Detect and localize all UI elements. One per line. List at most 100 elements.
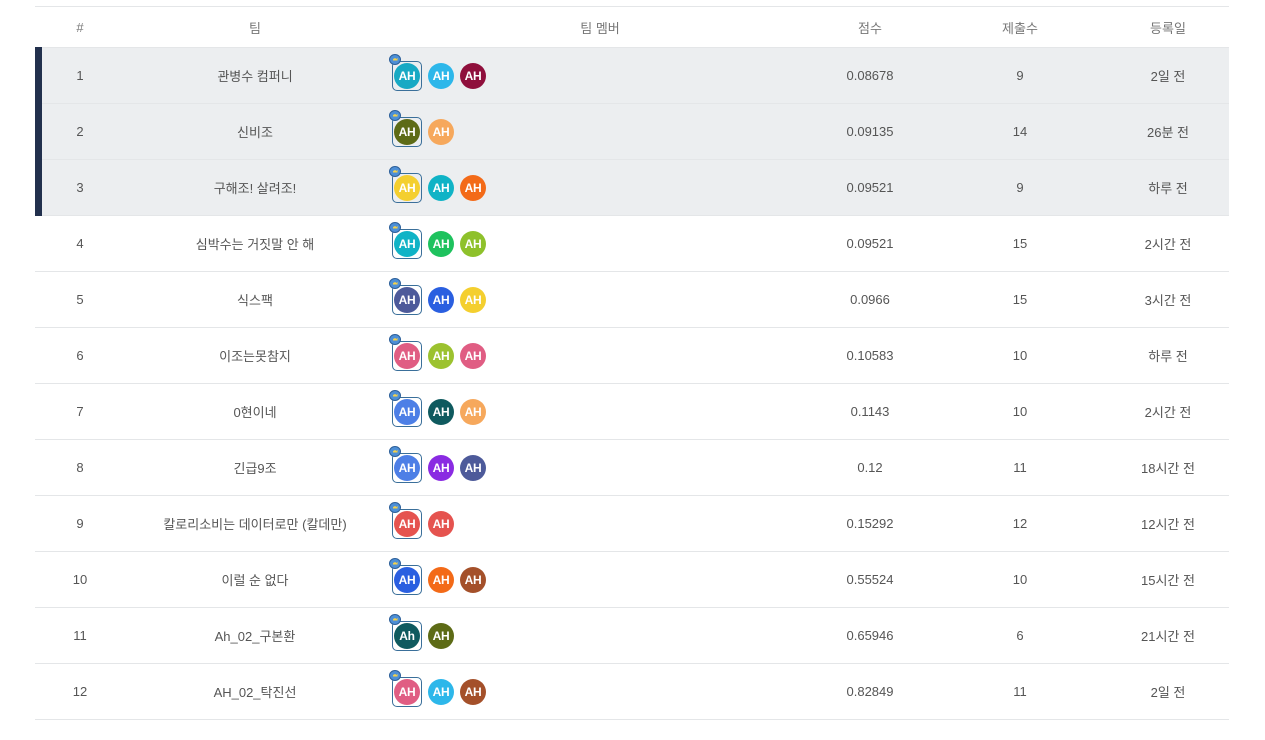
member-avatar-list: AH AH AH [389, 445, 486, 483]
table-row[interactable]: 3 구해조! 살려조! AH AH AH 0.09521 9 하루 전 [35, 159, 1229, 216]
score-cell: 0.09521 [846, 180, 894, 195]
header-members: 팀 멤버 [580, 20, 620, 36]
rank-cell: 10 [72, 572, 88, 587]
table-row[interactable]: 2 신비조 AH AH 0.09135 14 26분 전 [35, 103, 1229, 160]
avatar: AH [394, 454, 420, 481]
avatar: AH [460, 230, 486, 257]
team-member[interactable]: AH [460, 678, 486, 705]
team-leader[interactable]: AH [389, 277, 422, 315]
table-row[interactable]: 12 AH_02_탁진선 AH AH AH 0.82849 11 2일 전 [35, 664, 1229, 720]
table-row[interactable]: 10 이럴 순 없다 AH AH AH 0.55524 10 15시간 전 [35, 552, 1229, 608]
table-row[interactable]: 5 식스팩 AH AH AH 0.0966 15 3시간 전 [35, 272, 1229, 328]
submissions-cell: 9 [1016, 68, 1024, 83]
avatar: AH [460, 174, 486, 201]
team-leader[interactable]: AH [389, 389, 422, 427]
team-name: 이조는못참지 [219, 349, 291, 364]
member-avatar-list: AH AH AH [389, 277, 486, 315]
score-cell: 0.09135 [846, 124, 894, 139]
team-member[interactable]: AH [460, 230, 486, 257]
member-avatar-list: AH AH AH [389, 669, 486, 707]
team-name: 긴급9조 [233, 461, 277, 476]
avatar: AH [394, 566, 420, 593]
team-leader[interactable]: AH [389, 109, 422, 147]
avatar: AH [394, 398, 420, 425]
team-members-cell: AH AH AH [389, 272, 810, 327]
team-member[interactable]: AH [460, 174, 486, 201]
registered-cell: 15시간 전 [1141, 573, 1195, 588]
crown-icon [389, 557, 401, 569]
avatar: AH [428, 286, 454, 313]
avatar: AH [460, 342, 486, 369]
team-member[interactable]: AH [428, 342, 454, 369]
score-cell: 0.09521 [846, 236, 894, 251]
team-member[interactable]: AH [460, 454, 486, 481]
team-members-cell: Ah AH [389, 608, 810, 663]
table-row[interactable]: 8 긴급9조 AH AH AH 0.12 11 18시간 전 [35, 440, 1229, 496]
avatar: Ah [394, 622, 420, 649]
team-member[interactable]: AH [428, 230, 454, 257]
table-row[interactable]: 11 Ah_02_구본환 Ah AH 0.65946 6 21시간 전 [35, 608, 1229, 664]
score-cell: 0.82849 [846, 684, 894, 699]
team-leader[interactable]: AH [389, 501, 422, 539]
team-member[interactable]: AH [460, 342, 486, 369]
team-members-cell: AH AH [389, 104, 810, 159]
team-name: AH_02_탁진선 [213, 685, 297, 700]
team-member[interactable]: AH [428, 510, 454, 537]
team-member[interactable]: AH [428, 398, 454, 425]
team-member[interactable]: AH [428, 118, 454, 145]
team-name: Ah_02_구본환 [214, 629, 296, 644]
member-avatar-list: AH AH [389, 109, 454, 147]
submissions-cell: 15 [1012, 292, 1028, 307]
team-member[interactable]: AH [460, 398, 486, 425]
table-row[interactable]: 7 0현이네 AH AH AH 0.1143 10 2시간 전 [35, 384, 1229, 440]
crown-icon [389, 109, 401, 121]
team-member[interactable]: AH [428, 566, 454, 593]
team-member[interactable]: AH [428, 174, 454, 201]
team-member[interactable]: AH [460, 566, 486, 593]
team-members-cell: AH AH AH [389, 384, 810, 439]
team-member[interactable]: AH [460, 286, 486, 313]
team-leader[interactable]: AH [389, 557, 422, 595]
team-leader[interactable]: Ah [389, 613, 422, 651]
registered-cell: 18시간 전 [1141, 461, 1195, 476]
score-cell: 0.65946 [846, 628, 894, 643]
rank-cell: 1 [76, 68, 84, 83]
crown-icon [389, 669, 401, 681]
submissions-cell: 10 [1012, 348, 1028, 363]
table-row[interactable]: 1 관병수 컴퍼니 AH AH AH 0.08678 9 2일 전 [35, 47, 1229, 104]
score-cell: 0.10583 [846, 348, 894, 363]
team-member[interactable]: AH [428, 454, 454, 481]
team-member[interactable]: AH [428, 678, 454, 705]
team-leader[interactable]: AH [389, 669, 422, 707]
score-cell: 0.1143 [850, 404, 890, 419]
team-leader[interactable]: AH [389, 221, 422, 259]
avatar: AH [428, 62, 454, 89]
team-members-cell: AH AH AH [389, 48, 810, 103]
score-cell: 0.08678 [846, 68, 894, 83]
rank-cell: 9 [76, 516, 84, 531]
team-name: 구해조! 살려조! [213, 181, 297, 196]
team-leader[interactable]: AH [389, 333, 422, 371]
team-leader[interactable]: AH [389, 445, 422, 483]
avatar: AH [394, 678, 420, 705]
table-row[interactable]: 6 이조는못참지 AH AH AH 0.10583 10 하루 전 [35, 328, 1229, 384]
team-member[interactable]: AH [428, 622, 454, 649]
registered-cell: 3시간 전 [1144, 293, 1192, 308]
table-row[interactable]: 9 칼로리소비는 데이터로만 (칼데만) AH AH 0.15292 12 12시간 전 [35, 496, 1229, 552]
team-member[interactable]: AH [428, 286, 454, 313]
avatar: AH [428, 454, 454, 481]
avatar: AH [394, 286, 420, 313]
crown-icon [389, 165, 401, 177]
crown-icon [389, 277, 401, 289]
team-leader[interactable]: AH [389, 53, 422, 91]
submissions-cell: 10 [1012, 404, 1028, 419]
team-member[interactable]: AH [428, 62, 454, 89]
team-member[interactable]: AH [460, 62, 486, 89]
crown-icon [389, 501, 401, 513]
member-avatar-list: AH AH AH [389, 221, 486, 259]
submissions-cell: 11 [1013, 460, 1027, 475]
registered-cell: 2시간 전 [1144, 405, 1192, 420]
avatar: AH [460, 62, 486, 89]
team-leader[interactable]: AH [389, 165, 422, 203]
table-row[interactable]: 4 심박수는 거짓말 안 해 AH AH AH 0.09521 15 2시간 전 [35, 216, 1229, 272]
